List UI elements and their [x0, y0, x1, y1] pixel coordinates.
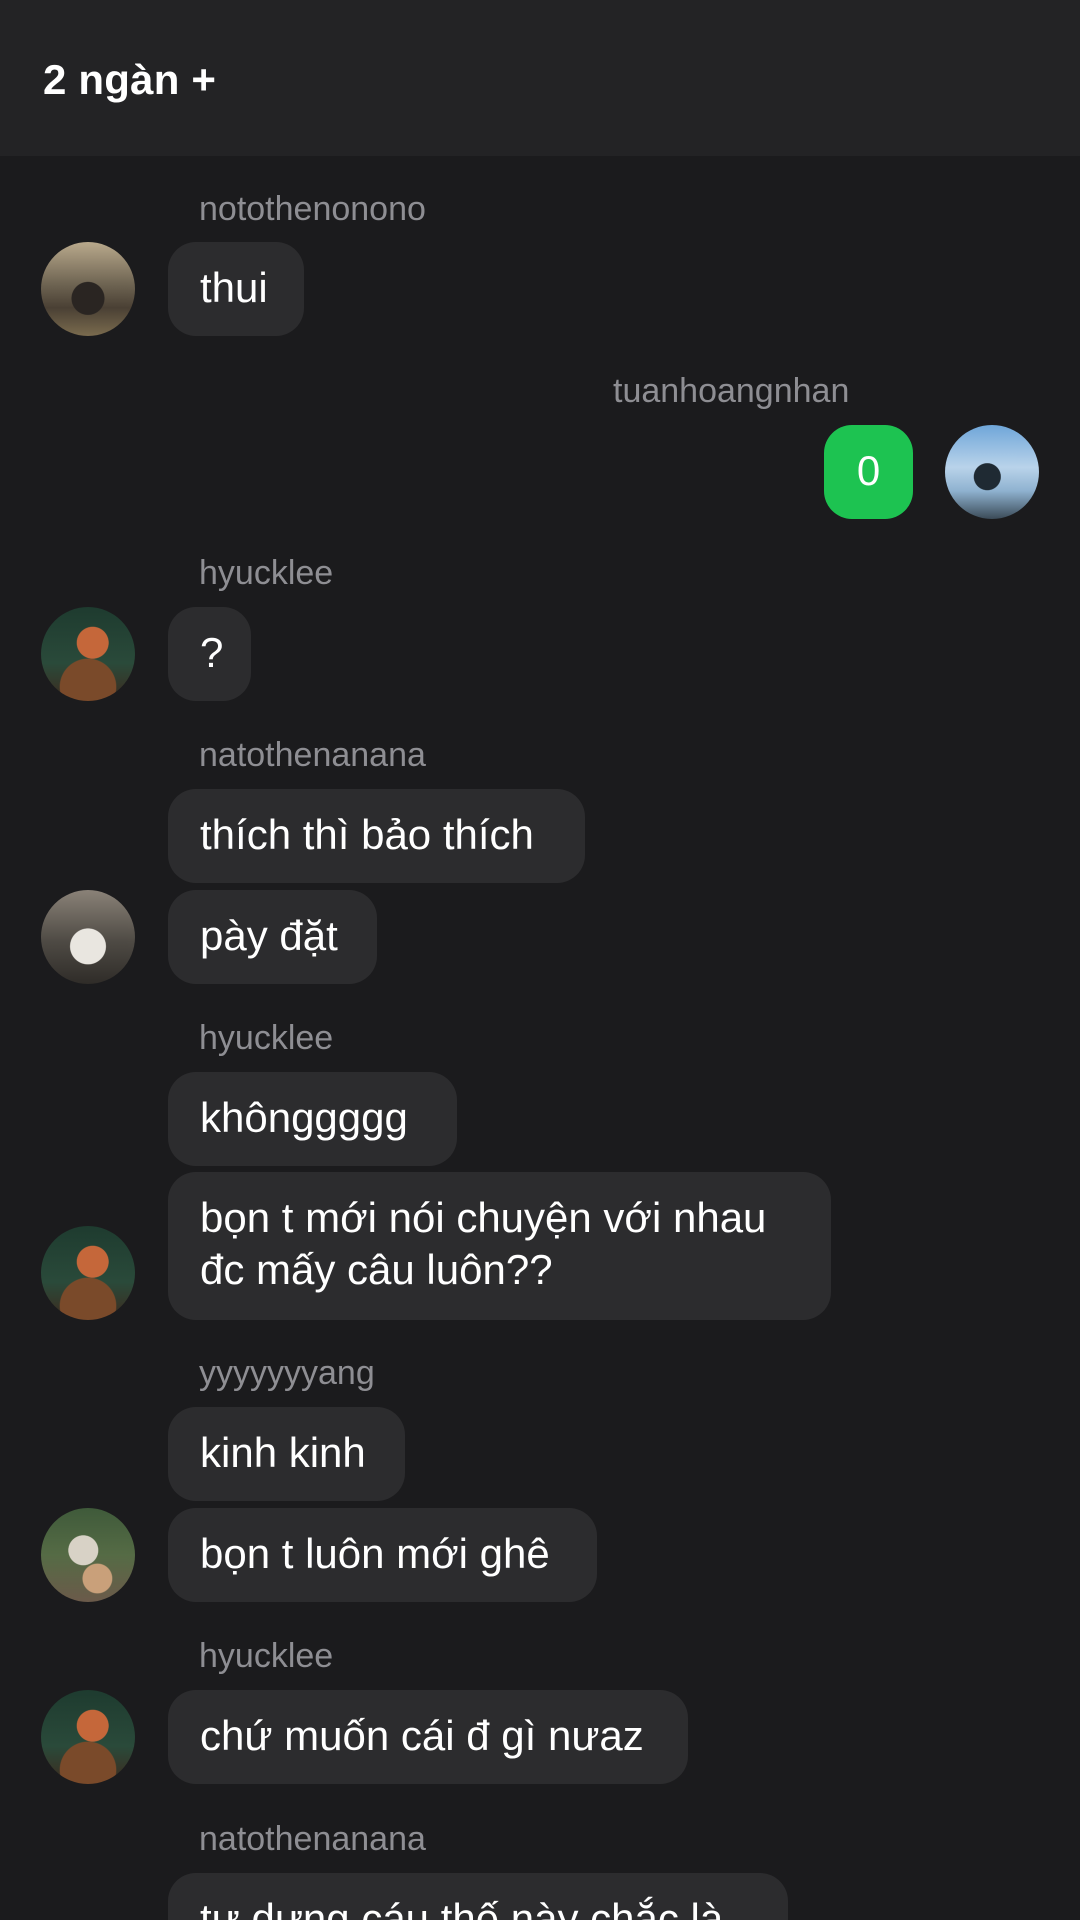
message-bubble[interactable]: thui	[168, 242, 304, 336]
message-list[interactable]: notothenonono thui tuanhoangnhan 0 hyuck…	[0, 156, 1080, 1920]
message-bubble[interactable]: thích thì bảo thích	[168, 789, 585, 883]
sender-name: yyyyyyyang	[199, 1354, 375, 1392]
sender-name: hyucklee	[199, 1637, 334, 1675]
message-bubble[interactable]: ?	[168, 607, 251, 701]
message-bubble[interactable]: pày đặt	[168, 890, 377, 984]
avatar[interactable]	[41, 1508, 135, 1602]
chat-header: 2 ngàn +	[0, 0, 1080, 156]
avatar[interactable]	[41, 607, 135, 701]
message-bubble[interactable]: kinh kinh	[168, 1407, 405, 1501]
avatar[interactable]	[41, 1226, 135, 1320]
my-message-bubble[interactable]: 0	[824, 425, 913, 519]
chat-title[interactable]: 2 ngàn +	[43, 56, 216, 104]
message-bubble[interactable]: chứ muốn cái đ gì nưaz	[168, 1690, 688, 1784]
sender-name: natothenanana	[199, 1820, 426, 1858]
sender-name: natothenanana	[199, 736, 426, 774]
sender-name: hyucklee	[199, 554, 334, 592]
sender-name: tuanhoangnhan	[613, 372, 850, 410]
avatar[interactable]	[945, 425, 1039, 519]
avatar[interactable]	[41, 1690, 135, 1784]
message-bubble[interactable]: tự dưng cáu thế này chắc là	[168, 1873, 788, 1920]
sender-name: hyucklee	[199, 1019, 334, 1057]
message-bubble[interactable]: bọn t mới nói chuyện với nhau đc mấy câu…	[168, 1172, 831, 1320]
avatar[interactable]	[41, 890, 135, 984]
sender-name: notothenonono	[199, 190, 426, 228]
message-bubble[interactable]: khônggggg	[168, 1072, 457, 1166]
message-bubble[interactable]: bọn t luôn mới ghê	[168, 1508, 597, 1602]
avatar[interactable]	[41, 242, 135, 336]
